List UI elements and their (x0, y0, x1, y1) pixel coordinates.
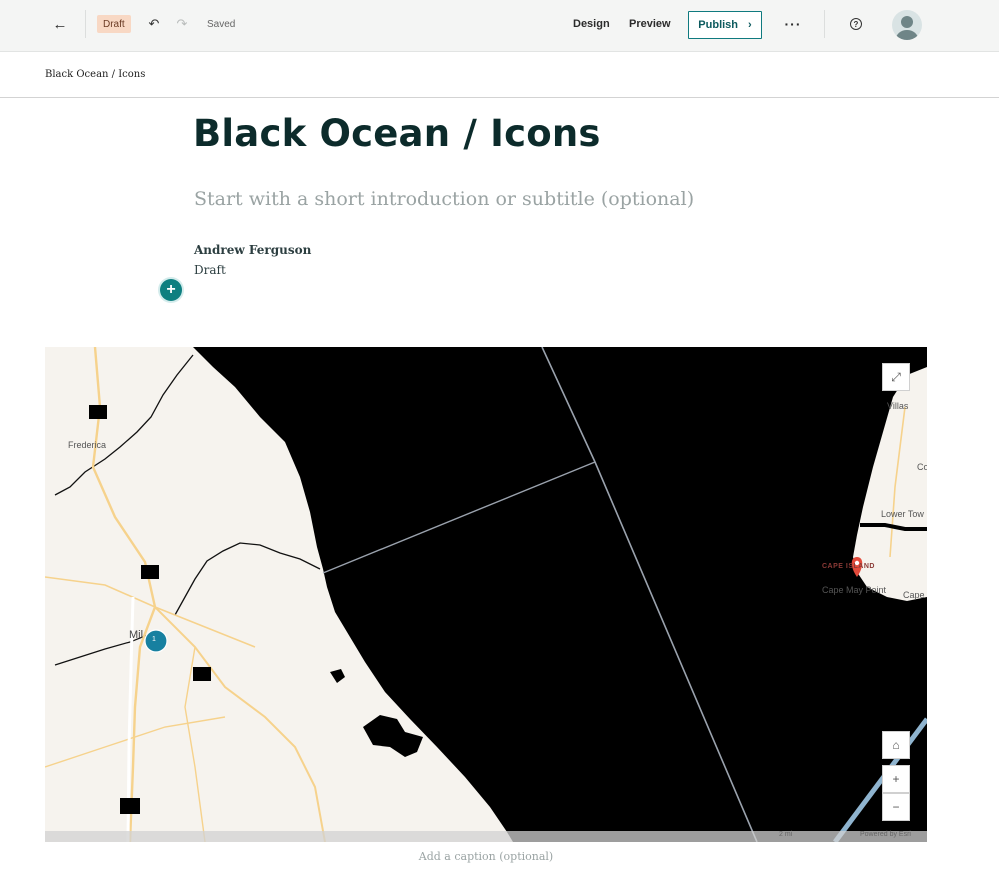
status-badge: Draft (97, 15, 131, 33)
more-options-button[interactable]: ··· (784, 0, 802, 48)
undo-icon: ↶ (148, 16, 160, 31)
user-avatar-icon[interactable] (892, 10, 922, 40)
question-circle-icon[interactable]: ? (850, 18, 862, 30)
undo-button[interactable]: ↶ (145, 0, 163, 48)
home-button[interactable]: ⌂ (882, 731, 910, 759)
map-label-milford: Mil (129, 629, 144, 641)
ellipsis-icon: ··· (784, 16, 802, 32)
map-label-co: Co (917, 462, 927, 472)
subtitle-input[interactable]: Start with a short introduction or subti… (194, 188, 694, 210)
scale-bar: 2 mi (779, 831, 793, 838)
add-block-button[interactable]: + (160, 279, 182, 301)
attribution-text[interactable]: Powered by Esri (860, 831, 911, 838)
publish-button[interactable]: Publish › (688, 11, 762, 39)
square-marker (193, 667, 211, 681)
back-button[interactable]: ← (48, 0, 72, 48)
toolbar-divider (85, 10, 86, 38)
toolbar-divider (824, 10, 825, 38)
cluster-marker (144, 629, 168, 653)
arrow-left-icon: ← (52, 15, 68, 33)
expand-icon: ⤢ (891, 369, 901, 384)
preview-button[interactable]: Preview (629, 0, 671, 48)
square-marker (89, 405, 107, 419)
plus-icon: + (166, 281, 176, 298)
redo-button[interactable]: ↷ (173, 0, 191, 48)
square-marker (141, 565, 159, 579)
publish-label: Publish (698, 19, 739, 31)
land-west (45, 347, 513, 842)
breadcrumb[interactable]: Black Ocean / Icons (45, 69, 145, 80)
map-label-cape-may-point: Cape May Point (822, 585, 887, 595)
zoom-in-label: + (892, 772, 900, 786)
caption-input[interactable]: Add a caption (optional) (0, 850, 972, 863)
top-toolbar: ← Draft ↶ ↷ Saved Design Preview Publish… (0, 0, 999, 52)
map-canvas (45, 347, 927, 842)
zoom-in-button[interactable]: + (882, 765, 910, 793)
zoom-out-label: − (892, 800, 900, 814)
square-marker (120, 798, 140, 814)
home-icon: ⌂ (892, 738, 900, 752)
chevron-right-icon: › (748, 19, 752, 31)
zoom-out-button[interactable]: − (882, 793, 910, 821)
fullscreen-button[interactable]: ⤢ (882, 363, 910, 391)
map-label-villas: Villas (887, 401, 909, 411)
map-attribution-bar: 2 mi Powered by Esri (45, 831, 927, 842)
story-title[interactable]: Black Ocean / Icons (193, 112, 601, 155)
water-boundary (322, 461, 596, 574)
design-button[interactable]: Design (573, 0, 610, 48)
map-label-cape: Cape (903, 590, 925, 600)
breadcrumb-bar: Black Ocean / Icons (0, 52, 999, 98)
map-label-frederica: Frederica (68, 440, 107, 450)
redo-icon: ↷ (176, 16, 188, 31)
author-name: Andrew Ferguson (194, 243, 312, 257)
shipping-lane (832, 717, 927, 842)
map-view[interactable]: Frederica Villas Lower Tow Co Cape May P… (45, 347, 927, 842)
map-label-lower-town: Lower Tow (881, 509, 924, 519)
pin-label: CAPE ISLAND (822, 563, 875, 570)
story-status: Draft (194, 263, 226, 277)
water-boundary (541, 347, 758, 842)
cluster-count[interactable]: 1 (152, 636, 156, 643)
save-status: Saved (207, 18, 236, 30)
